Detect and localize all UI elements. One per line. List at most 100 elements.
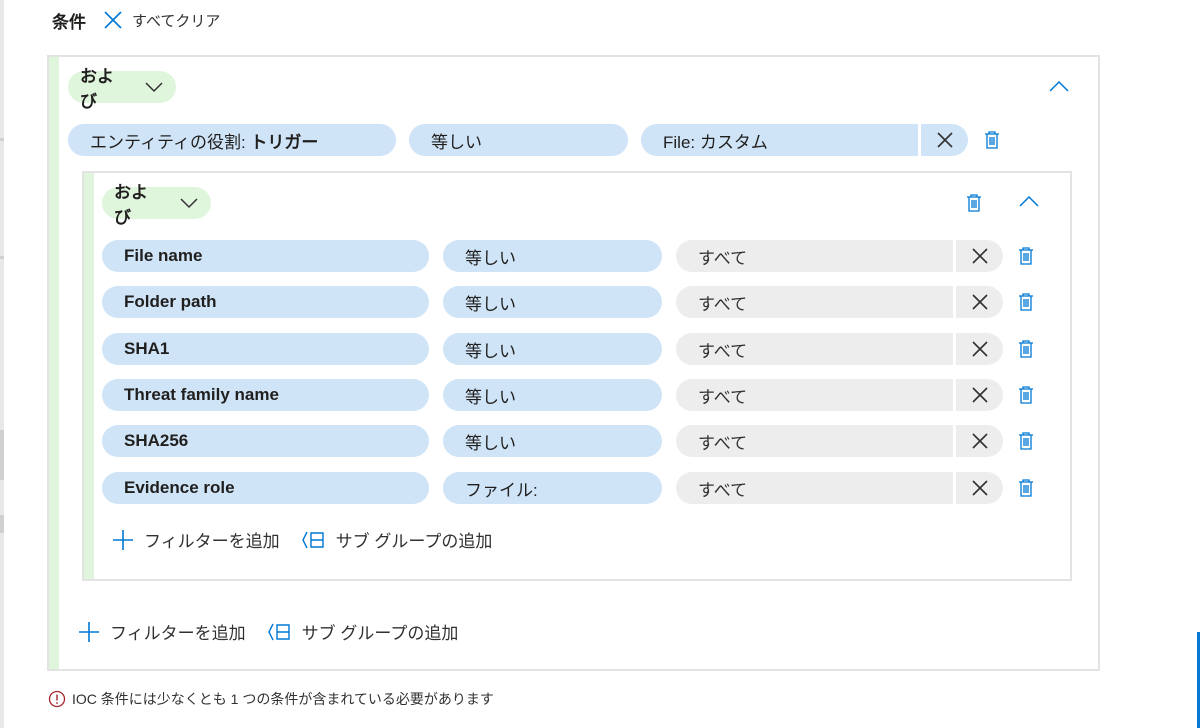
field-label: Threat family name: [124, 385, 279, 404]
close-icon: [971, 341, 988, 357]
condition-operator[interactable]: 等しい: [443, 379, 662, 411]
close-icon: [971, 480, 988, 496]
condition-value[interactable]: すべて: [676, 333, 954, 365]
condition-value[interactable]: すべて: [676, 240, 954, 272]
inner-group-actions: フィルターを追加 サブ グループの追加: [112, 527, 492, 552]
trash-icon: [1019, 293, 1033, 311]
field-prefix: エンティティの役割:: [90, 132, 251, 152]
value-label: すべて: [698, 341, 748, 361]
condition-delete-button[interactable]: [1016, 384, 1036, 406]
condition-operator[interactable]: 等しい: [443, 286, 662, 318]
trash-icon: [967, 194, 981, 212]
value-label: すべて: [698, 433, 748, 453]
trash-icon: [985, 131, 999, 149]
add-filter-label: フィルターを追加: [110, 624, 246, 643]
value-label: すべて: [698, 248, 748, 268]
error-text: IOC 条件には少なくとも 1 つの条件が含まれている必要があります: [72, 691, 494, 707]
outer-collapse-button[interactable]: [1047, 75, 1071, 99]
error-circle-icon: [48, 690, 66, 708]
inner-collapse-button[interactable]: [1017, 190, 1041, 214]
value-label: すべて: [698, 480, 748, 500]
operator-label: 等しい: [465, 387, 516, 407]
trash-icon: [1019, 479, 1033, 497]
condition-field[interactable]: SHA1: [102, 333, 429, 365]
conditions-header: 条件 すべてクリア: [52, 6, 220, 34]
close-icon: [971, 433, 988, 449]
add-subgroup-label: サブ グループの追加: [301, 624, 459, 643]
condition-delete-button[interactable]: [1016, 291, 1036, 313]
field-label: SHA256: [124, 431, 189, 450]
left-edge: [0, 0, 4, 728]
validation-error: IOC 条件には少なくとも 1 つの条件が含まれている必要があります: [48, 689, 494, 709]
plus-icon: [79, 621, 99, 642]
inner-add-filter-button[interactable]: フィルターを追加: [112, 527, 280, 552]
condition-value[interactable]: すべて: [676, 286, 954, 318]
outer-operator-dropdown[interactable]: および: [68, 67, 176, 111]
condition-remove-button[interactable]: [953, 240, 1003, 272]
condition-delete-button[interactable]: [1016, 477, 1036, 499]
condition-remove-button[interactable]: [953, 333, 1003, 365]
condition-field[interactable]: Evidence role: [102, 472, 429, 504]
condition-operator[interactable]: 等しい: [443, 240, 662, 272]
outer-condition-delete-button[interactable]: [982, 129, 1002, 151]
subgroup-icon: [267, 623, 290, 640]
condition-delete-button[interactable]: [1016, 245, 1036, 267]
outer-add-subgroup-button[interactable]: サブ グループの追加: [267, 619, 459, 644]
condition-operator[interactable]: 等しい: [443, 333, 662, 365]
condition-value[interactable]: すべて: [676, 472, 954, 504]
condition-field[interactable]: Threat family name: [102, 379, 429, 411]
condition-operator[interactable]: ファイル:: [443, 472, 662, 504]
operator-label: 等しい: [465, 248, 516, 268]
field-label: Evidence role: [124, 478, 235, 497]
inner-add-subgroup-button[interactable]: サブ グループの追加: [301, 527, 492, 552]
value-label: すべて: [698, 294, 748, 314]
condition-remove-button[interactable]: [953, 425, 1003, 457]
trash-icon: [1019, 340, 1033, 358]
condition-delete-button[interactable]: [1016, 430, 1036, 452]
outer-condition-field[interactable]: エンティティの役割: トリガー: [68, 124, 396, 156]
condition-remove-button[interactable]: [953, 472, 1003, 504]
outer-operator-label: および: [80, 67, 114, 111]
inner-operator-dropdown[interactable]: および: [102, 183, 211, 227]
trash-icon: [1019, 247, 1033, 265]
outer-add-filter-button[interactable]: フィルターを追加: [78, 619, 246, 644]
operator-label: 等しい: [465, 433, 516, 453]
subgroup-icon: [301, 531, 324, 548]
plus-icon: [113, 529, 133, 550]
condition-field[interactable]: Folder path: [102, 286, 429, 318]
close-icon: [971, 387, 988, 403]
trash-icon: [1019, 386, 1033, 404]
inner-group-delete-button[interactable]: [964, 192, 984, 214]
field-value: トリガー: [250, 132, 319, 152]
add-filter-label: フィルターを追加: [144, 532, 280, 551]
value-label: File: カスタム: [663, 132, 768, 152]
group-accent-bar: [84, 173, 94, 579]
outer-group-actions: フィルターを追加 サブ グループの追加: [78, 619, 458, 644]
field-label: Folder path: [124, 292, 217, 311]
close-icon: [102, 9, 124, 31]
outer-condition-value[interactable]: File: カスタム: [641, 124, 919, 156]
outer-condition-remove-button[interactable]: [918, 124, 968, 156]
value-label: すべて: [698, 387, 748, 407]
outer-condition-operator[interactable]: 等しい: [409, 124, 628, 156]
operator-label: 等しい: [465, 341, 516, 361]
condition-value[interactable]: すべて: [676, 425, 954, 457]
trash-icon: [1019, 432, 1033, 450]
close-icon: [971, 248, 988, 264]
clear-all-button[interactable]: すべてクリア: [102, 9, 220, 31]
condition-operator[interactable]: 等しい: [443, 425, 662, 457]
close-icon: [936, 132, 953, 148]
condition-value[interactable]: すべて: [676, 379, 954, 411]
condition-remove-button[interactable]: [953, 286, 1003, 318]
operator-label: 等しい: [465, 294, 516, 314]
condition-remove-button[interactable]: [953, 379, 1003, 411]
operator-label: 等しい: [431, 132, 482, 152]
chevron-down-icon: [144, 81, 164, 93]
condition-field[interactable]: File name: [102, 240, 429, 272]
inner-operator-label: および: [114, 183, 148, 227]
condition-delete-button[interactable]: [1016, 338, 1036, 360]
group-accent-bar: [49, 57, 59, 669]
condition-field[interactable]: SHA256: [102, 425, 429, 457]
close-icon: [971, 294, 988, 310]
field-label: File name: [124, 246, 203, 265]
